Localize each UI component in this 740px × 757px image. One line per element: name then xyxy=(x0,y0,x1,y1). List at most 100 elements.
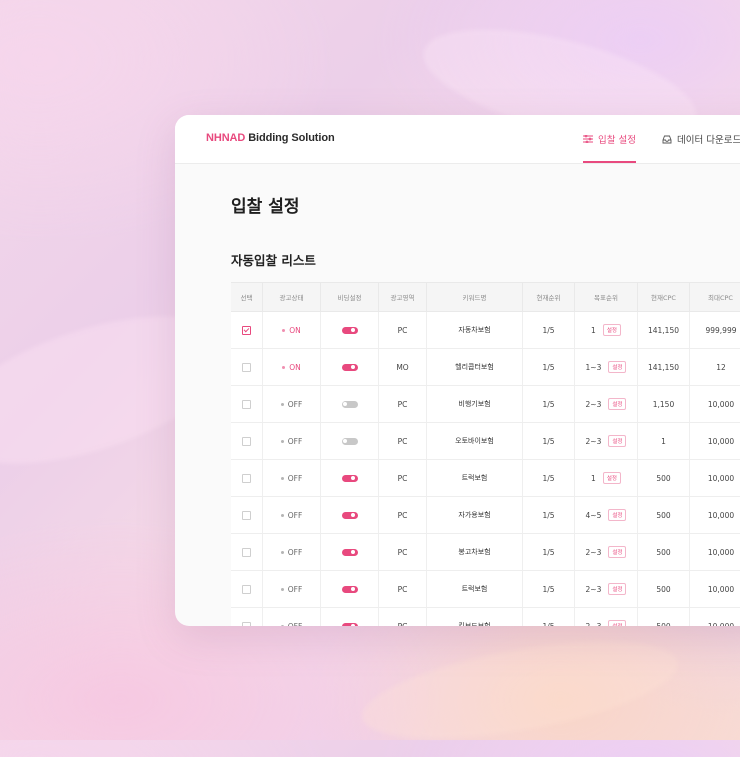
set-target-rank-button[interactable]: 설정 xyxy=(608,361,627,373)
max-cpc-cell: 10,000 xyxy=(707,510,735,520)
row-select-checkbox[interactable] xyxy=(242,584,251,594)
ad-area-cell: PC xyxy=(379,608,427,626)
ad-status-text: OFF xyxy=(287,473,303,483)
bidding-toggle[interactable] xyxy=(341,400,358,408)
app-window: NHNAD Bidding Solution 입찰 설정 데이터 다운로드 입찰… xyxy=(175,115,740,626)
current-cpc-cell: 500 xyxy=(638,497,690,533)
bidding-cell xyxy=(321,349,379,385)
target-rank-cell: 2~3 설정 xyxy=(575,386,638,422)
current-rank-cell: 1/5 xyxy=(523,349,575,385)
status-dot-icon xyxy=(280,624,284,626)
ad-status-cell: OFF xyxy=(263,497,321,533)
set-target-rank-button[interactable]: 설정 xyxy=(602,324,621,336)
ad-status-badge: OFF xyxy=(280,436,303,446)
column-header: 광고영역 xyxy=(379,283,427,311)
keyword-cell: 오토바이보험 xyxy=(427,423,523,459)
max-cpc-cell: 10,000 xyxy=(707,399,735,409)
keyword-cell: 트럭보험 xyxy=(427,571,523,607)
table-row: OFF PC 트럭보험 1/5 1 설정 500 10,000 xyxy=(231,460,740,497)
row-select-checkbox[interactable] xyxy=(242,325,251,335)
row-select-checkbox[interactable] xyxy=(242,473,251,483)
bidding-cell xyxy=(321,460,379,496)
row-select-checkbox[interactable] xyxy=(242,436,251,446)
nav-tab-data-download[interactable]: 데이터 다운로드 xyxy=(662,115,740,163)
keyword-cell: 자가용보험 xyxy=(427,497,523,533)
bidding-cell xyxy=(321,386,379,422)
target-rank-cell: 1 설정 xyxy=(575,460,638,496)
bidding-toggle[interactable] xyxy=(341,326,358,334)
target-rank-value: 2~3 xyxy=(585,621,602,627)
column-header: 최대CPC xyxy=(690,283,740,311)
ad-status-text: ON xyxy=(289,325,301,335)
current-rank-cell: 1/5 xyxy=(523,386,575,422)
current-rank-cell: 1/5 xyxy=(523,423,575,459)
bidding-toggle[interactable] xyxy=(341,622,358,626)
set-target-rank-button[interactable]: 설정 xyxy=(602,472,621,484)
ad-status-cell: OFF xyxy=(263,534,321,570)
set-target-rank-button[interactable]: 설정 xyxy=(608,546,627,558)
row-select-checkbox[interactable] xyxy=(242,547,251,557)
bidding-toggle[interactable] xyxy=(341,437,358,445)
ad-status-cell: OFF xyxy=(263,460,321,496)
set-target-rank-button[interactable]: 설정 xyxy=(608,435,627,447)
brand-suffix: Bidding Solution xyxy=(245,132,335,144)
target-rank: 2~3 설정 xyxy=(586,620,627,626)
table-row: OFF PC킥보드보험1/5 2~3 설정 500 10,000 xyxy=(231,608,740,626)
current-rank-cell: 1/5 xyxy=(523,608,575,626)
target-rank-cell: 2~3 설정 xyxy=(575,423,638,459)
ad-area-cell: PC xyxy=(379,386,427,422)
table-row: ON MO 헬리콥터보험 1/5 1~3 설정 141,150 12 xyxy=(231,349,740,386)
column-header: 현재CPC xyxy=(638,283,690,311)
target-rank-cell: 4~5 설정 xyxy=(575,497,638,533)
set-target-rank-button[interactable]: 설정 xyxy=(608,398,627,410)
row-select-checkbox[interactable] xyxy=(242,399,251,409)
ad-status-badge: OFF xyxy=(280,400,302,409)
column-header: 키워드명 xyxy=(427,283,523,311)
bidding-toggle[interactable] xyxy=(341,548,358,556)
bidding-toggle[interactable] xyxy=(341,474,358,482)
column-header: 비딩설정 xyxy=(321,283,379,311)
row-select-checkbox[interactable] xyxy=(242,362,251,372)
select-cell xyxy=(231,423,263,459)
target-rank: 2~3 설정 xyxy=(586,546,627,558)
keyword-cell: 헬리콥터보험 xyxy=(427,349,523,385)
row-select-checkbox[interactable] xyxy=(242,621,251,626)
ad-status-badge: OFF xyxy=(280,622,302,626)
table-row: OFF PC 트럭보험 1/5 2~3 설정 500 10,000 xyxy=(231,571,740,608)
max-cpc-cell: 10,000 xyxy=(707,547,735,557)
select-cell xyxy=(231,608,263,626)
nav-tab-bid-settings[interactable]: 입찰 설정 xyxy=(583,115,636,163)
current-cpc-cell: 1 xyxy=(638,423,690,459)
ad-status-badge: OFF xyxy=(280,585,302,594)
status-dot-icon xyxy=(282,328,286,332)
bidding-toggle[interactable] xyxy=(341,585,358,593)
target-rank-value: 2~3 xyxy=(585,436,602,446)
ad-status-text: OFF xyxy=(287,436,303,446)
bidding-toggle[interactable] xyxy=(341,363,358,371)
target-rank-value: 2~3 xyxy=(585,547,602,557)
max-cpc-cell: 10,000 xyxy=(707,584,735,594)
status-dot-icon xyxy=(282,365,286,369)
row-select-checkbox[interactable] xyxy=(242,510,251,520)
target-rank: 2~3 설정 xyxy=(586,583,627,595)
ad-status-cell: ON xyxy=(263,349,321,385)
table-row: OFF PC 자가용보험 1/5 4~5 설정 500 10,000 xyxy=(231,497,740,534)
current-rank-cell: 1/5 xyxy=(523,571,575,607)
select-cell xyxy=(231,497,263,533)
current-cpc-cell: 141,150 xyxy=(638,349,690,385)
table-header: 선택 광고상태 비딩설정 광고영역 키워드명 현재순위 목표순위 현재CPC 최… xyxy=(231,282,740,312)
bidding-cell xyxy=(321,571,379,607)
bidding-cell xyxy=(321,534,379,570)
column-header: 선택 xyxy=(231,283,263,311)
table-row: OFF PC 비행기보험 1/5 2~3 설정 1,150 10,000 xyxy=(231,386,740,423)
brand-logo[interactable]: NHNAD Bidding Solution xyxy=(206,132,335,144)
max-cpc-cell: 10,000 xyxy=(707,473,735,483)
set-target-rank-button[interactable]: 설정 xyxy=(608,620,627,626)
current-rank-cell: 1/5 xyxy=(523,312,575,348)
current-cpc-cell: 500 xyxy=(638,534,690,570)
target-rank-value: 1~3 xyxy=(585,362,602,372)
bidding-toggle[interactable] xyxy=(341,511,358,519)
set-target-rank-button[interactable]: 설정 xyxy=(608,583,627,595)
set-target-rank-button[interactable]: 설정 xyxy=(608,509,627,521)
bidding-cell xyxy=(321,423,379,459)
